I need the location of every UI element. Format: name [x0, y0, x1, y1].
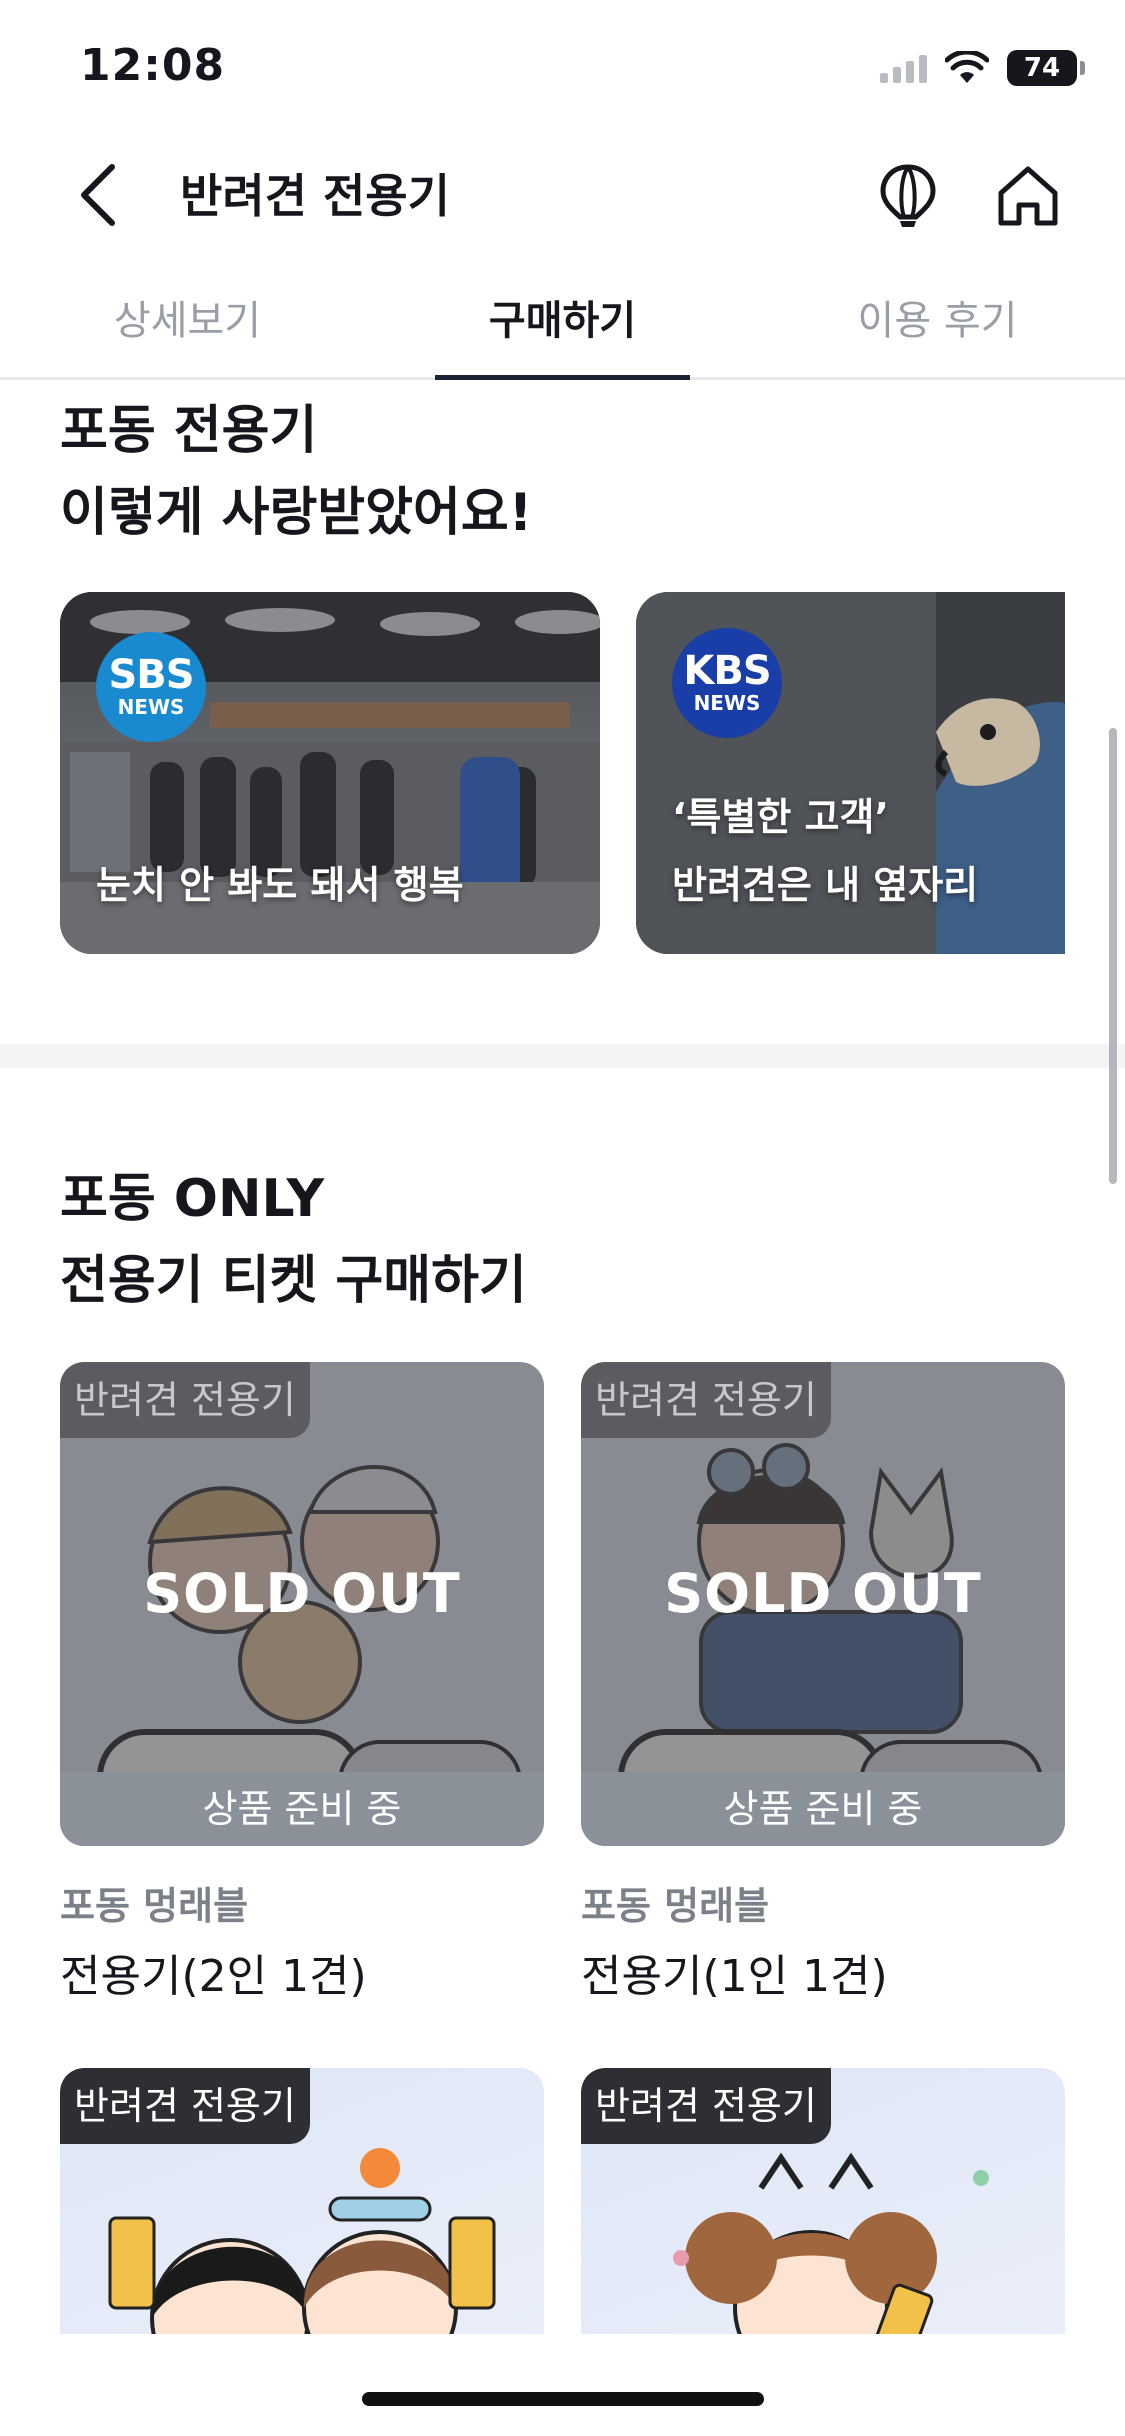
product-card[interactable]: 반려견 전용기 [581, 2068, 1065, 2334]
product-brand: 포동 멍래블 [60, 1884, 249, 1928]
product-badge: 반려견 전용기 [581, 2068, 831, 2144]
status-bar: 12:08 74 [0, 0, 1125, 132]
status-icons: 74 [880, 46, 1085, 90]
section-title-line1: 포동 전용기 [60, 401, 318, 461]
scrollbar[interactable] [1109, 728, 1117, 1184]
preparing-status: 상품 준비 중 [60, 1772, 544, 1846]
home-indicator[interactable] [362, 2392, 764, 2406]
tab-bar: 상세보기 구매하기 이용 후기 [0, 270, 1125, 380]
product-badge: 반려견 전용기 [581, 1362, 831, 1438]
cellular-signal-icon [880, 53, 927, 83]
section-title-line2: 전용기 티켓 구매하기 [60, 1251, 527, 1311]
news-headline-line2: 반려견은 내 옆자리 [672, 863, 979, 907]
product-badge: 반려견 전용기 [60, 1362, 310, 1438]
product-image: 반려견 전용기 [581, 2068, 1065, 2334]
product-image: 반려견 전용기 [60, 2068, 544, 2334]
news-headline-line1: ‘특별한 고객’ [672, 795, 889, 839]
home-icon [998, 166, 1058, 226]
product-image: 반려견 전용기 SOLD OUT 상품 준비 중 [581, 1362, 1065, 1846]
news-headline: 눈치 안 봐도 돼서 행복 [96, 863, 464, 907]
home-button[interactable] [988, 156, 1068, 236]
battery-icon: 74 [1007, 50, 1085, 86]
product-badge: 반려견 전용기 [60, 2068, 310, 2144]
news-card-sbs[interactable]: SBS NEWS 눈치 안 봐도 돼서 행복 [60, 592, 600, 954]
wifi-icon [945, 51, 989, 83]
section-title-line1: 포동 ONLY [60, 1169, 325, 1229]
hot-air-balloon-icon [880, 164, 936, 227]
section-title-line2: 이렇게 사랑받았어요! [60, 483, 533, 543]
tab-details[interactable]: 상세보기 [0, 270, 375, 377]
product-card[interactable]: 반려견 전용기 [60, 2068, 544, 2334]
page-title: 반려견 전용기 [180, 169, 450, 223]
kbs-news-logo: KBS NEWS [672, 628, 782, 738]
top-app-bar: 반려견 전용기 [0, 140, 1125, 250]
balloon-button[interactable] [868, 156, 948, 236]
news-card-kbs[interactable]: KBS NEWS ‘특별한 고객’ 반려견은 내 옆자리 [636, 592, 1065, 954]
status-time: 12:08 [80, 40, 226, 91]
chevron-left-icon [81, 164, 115, 226]
product-name: 전용기(2인 1견) [60, 1951, 367, 2002]
sbs-news-logo: SBS NEWS [96, 632, 206, 742]
product-brand: 포동 멍래블 [581, 1884, 770, 1928]
product-card[interactable]: 반려견 전용기 SOLD OUT 상품 준비 중 포동 멍래블 전용기(2인 1… [60, 1362, 544, 2006]
preparing-status: 상품 준비 중 [581, 1772, 1065, 1846]
tab-purchase[interactable]: 구매하기 [375, 270, 750, 380]
back-button[interactable] [66, 160, 130, 230]
tab-reviews[interactable]: 이용 후기 [750, 270, 1125, 377]
sold-out-label: SOLD OUT [143, 1562, 461, 1625]
product-image: 반려견 전용기 SOLD OUT 상품 준비 중 [60, 1362, 544, 1846]
sold-out-label: SOLD OUT [664, 1562, 982, 1625]
product-card[interactable]: 반려견 전용기 SOLD OUT 상품 준비 중 포동 멍래블 전용기(1인 1… [581, 1362, 1065, 2006]
section-divider [0, 1044, 1125, 1068]
news-carousel[interactable]: SBS NEWS 눈치 안 봐도 돼서 행복 KBS NEWS ‘특별한 고객’… [60, 592, 1065, 954]
product-name: 전용기(1인 1견) [581, 1951, 888, 2002]
